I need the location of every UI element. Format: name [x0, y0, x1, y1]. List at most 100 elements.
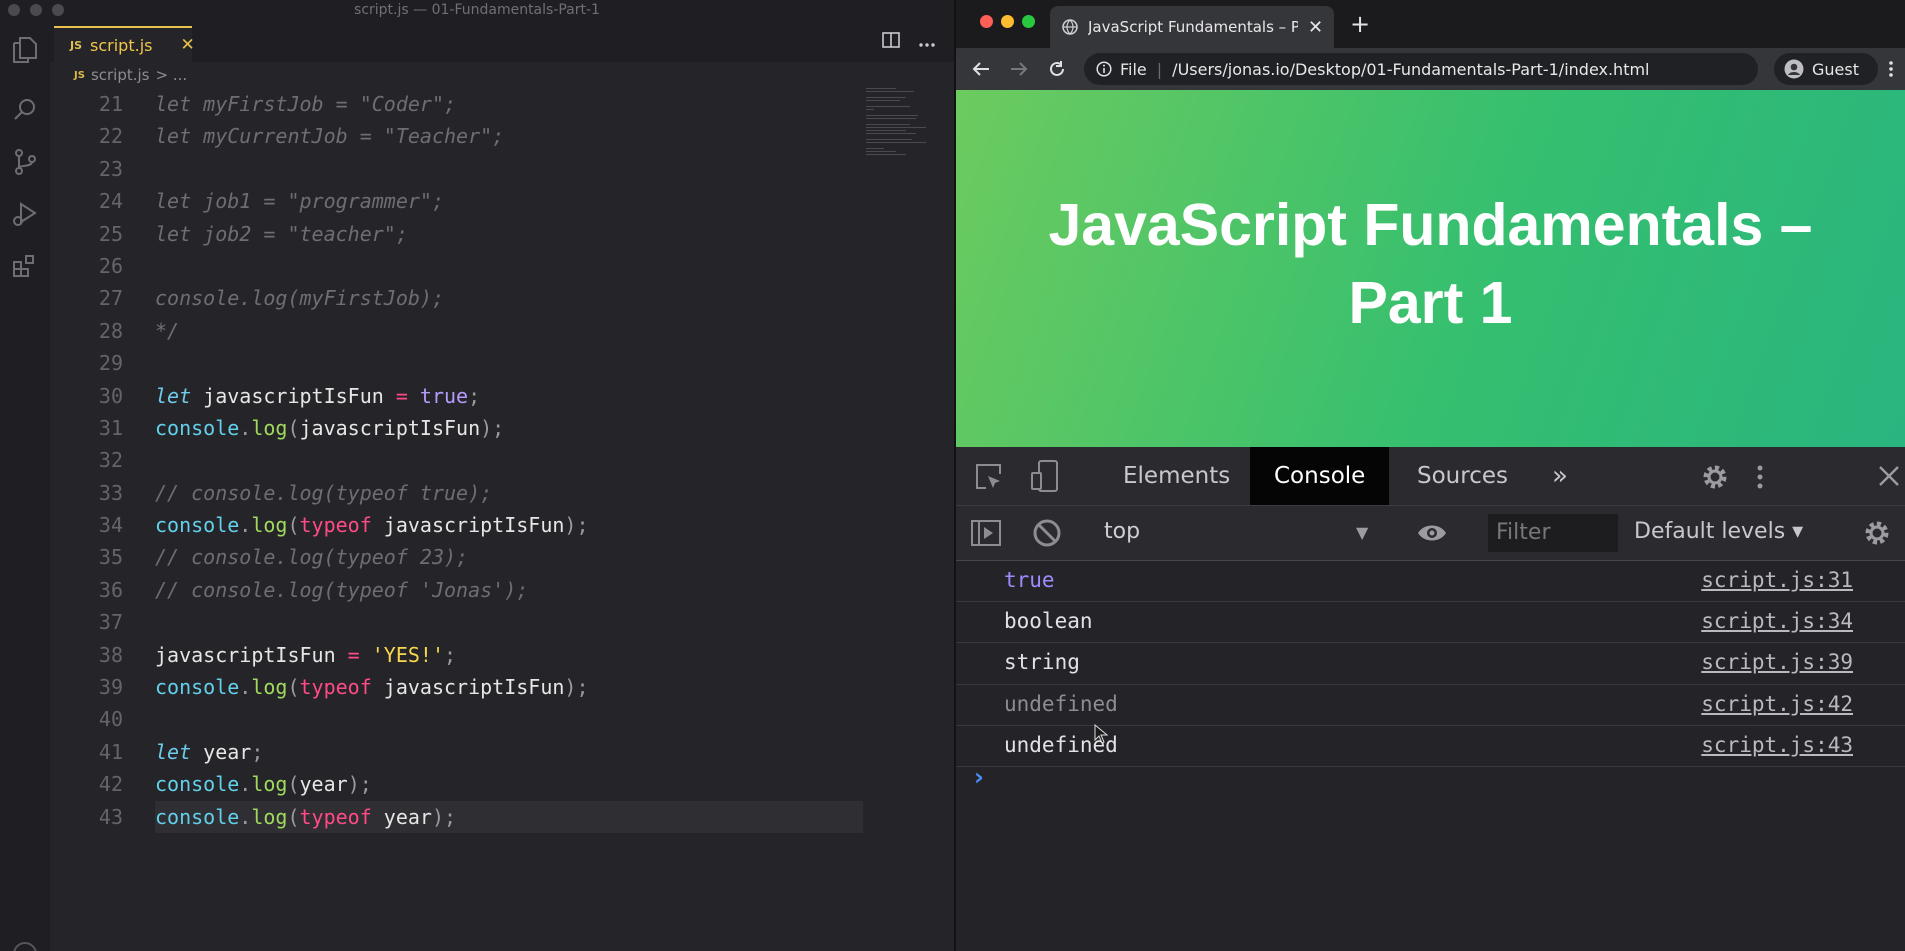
- line-number: 31: [98, 415, 123, 440]
- device-toolbar-icon[interactable]: [1030, 459, 1060, 497]
- source-link[interactable]: script.js:42: [1701, 692, 1853, 716]
- new-tab-button[interactable]: +: [1350, 10, 1370, 38]
- code-line[interactable]: 32: [50, 444, 866, 476]
- code-text[interactable]: console.log(typeof year);: [155, 801, 456, 833]
- more-tabs-icon[interactable]: »: [1552, 447, 1568, 505]
- code-line[interactable]: 25 let job2 = "teacher";: [50, 218, 866, 250]
- source-link[interactable]: script.js:43: [1701, 733, 1853, 757]
- code-line[interactable]: 38 javascriptIsFun = 'YES!';: [50, 639, 866, 671]
- code-line[interactable]: 33 // console.log(typeof true);: [50, 477, 866, 509]
- devtools-settings-icon[interactable]: [1700, 462, 1730, 496]
- close-devtools-icon[interactable]: [1878, 465, 1900, 491]
- breadcrumb: JS script.js > ...: [74, 66, 187, 84]
- profile-button[interactable]: Guest: [1774, 53, 1878, 85]
- code-text[interactable]: let job1 = "programmer";: [155, 185, 444, 217]
- code-text[interactable]: // console.log(typeof 23);: [155, 541, 468, 573]
- tab-console[interactable]: Console: [1250, 447, 1390, 505]
- code-token: true: [419, 383, 469, 408]
- code-line[interactable]: 27 console.log(myFirstJob);: [50, 282, 866, 314]
- code-line[interactable]: 24 let job1 = "programmer";: [50, 185, 866, 217]
- more-actions-icon[interactable]: [918, 33, 936, 52]
- console-prompt-icon[interactable]: ›: [974, 763, 984, 791]
- code-line[interactable]: 21 let myFirstJob = "Coder";: [50, 88, 866, 120]
- devtools-more-icon[interactable]: [1756, 464, 1764, 494]
- tab-elements[interactable]: Elements: [1123, 447, 1230, 505]
- minimap[interactable]: [866, 88, 942, 198]
- code-line[interactable]: 30 let javascriptIsFun = true;: [50, 380, 866, 412]
- close-tab-icon[interactable]: ✕: [180, 35, 194, 55]
- sidebar-toggle-icon[interactable]: [970, 519, 1002, 551]
- source-link[interactable]: script.js:39: [1701, 650, 1853, 674]
- chevron-down-icon[interactable]: ▼: [1356, 523, 1368, 542]
- console-settings-icon[interactable]: [1862, 518, 1892, 552]
- code-line[interactable]: 23: [50, 153, 866, 185]
- code-text[interactable]: let javascriptIsFun = true;: [155, 380, 480, 412]
- log-levels-dropdown[interactable]: Default levels ▾: [1634, 519, 1803, 544]
- code-line[interactable]: 35 // console.log(typeof 23);: [50, 541, 866, 573]
- code-text[interactable]: javascriptIsFun = 'YES!';: [155, 639, 456, 671]
- source-link[interactable]: script.js:34: [1701, 609, 1853, 633]
- code-token: );: [431, 804, 457, 829]
- browser-menu-icon[interactable]: [1878, 56, 1904, 82]
- tab-sources[interactable]: Sources: [1417, 447, 1508, 505]
- code-line[interactable]: 34 console.log(typeof javascriptIsFun);: [50, 509, 866, 541]
- code-line[interactable]: 39 console.log(typeof javascriptIsFun);: [50, 671, 866, 703]
- code-line[interactable]: 26: [50, 250, 866, 282]
- code-text[interactable]: console.log(typeof javascriptIsFun);: [155, 671, 589, 703]
- breadcrumb-file[interactable]: script.js: [91, 66, 150, 84]
- account-icon[interactable]: [9, 938, 41, 951]
- minimap-line: [866, 118, 916, 119]
- code-text[interactable]: let myCurrentJob = "Teacher";: [155, 120, 504, 152]
- extensions-icon[interactable]: [9, 250, 41, 282]
- url-text[interactable]: /Users/jonas.io/Desktop/01-Fundamentals-…: [1172, 60, 1649, 79]
- clear-console-icon[interactable]: [1032, 518, 1062, 552]
- address-bar[interactable]: File | /Users/jonas.io/Desktop/01-Fundam…: [1084, 53, 1758, 85]
- minimap-line: [866, 100, 900, 101]
- live-expression-eye-icon[interactable]: [1416, 522, 1448, 548]
- code-text[interactable]: console.log(myFirstJob);: [155, 282, 444, 314]
- code-line[interactable]: 43 console.log(typeof year);: [50, 800, 866, 833]
- code-text[interactable]: let year;: [155, 736, 263, 768]
- window-controls[interactable]: [980, 15, 1035, 28]
- code-text[interactable]: console.log(javascriptIsFun);: [155, 412, 504, 444]
- code-text[interactable]: let myFirstJob = "Coder";: [155, 88, 456, 120]
- source-link[interactable]: script.js:31: [1701, 568, 1853, 592]
- line-number: 23: [98, 156, 123, 181]
- reload-icon[interactable]: [1044, 56, 1070, 82]
- code-text[interactable]: */: [155, 315, 179, 347]
- info-icon[interactable]: [1096, 61, 1112, 77]
- code-line[interactable]: 28 */: [50, 315, 866, 347]
- code-text[interactable]: console.log(year);: [155, 768, 372, 800]
- code-text[interactable]: console.log(typeof javascriptIsFun);: [155, 509, 589, 541]
- source-control-icon[interactable]: [9, 146, 41, 178]
- close-window-dot[interactable]: [980, 15, 993, 28]
- tab-script-js[interactable]: JS script.js ✕: [54, 26, 195, 62]
- split-editor-icon[interactable]: [882, 32, 900, 52]
- code-text[interactable]: let job2 = "teacher";: [155, 218, 408, 250]
- back-arrow-icon[interactable]: [968, 56, 994, 82]
- search-icon[interactable]: [9, 94, 41, 126]
- code-line[interactable]: 37: [50, 606, 866, 638]
- filter-input[interactable]: Filter: [1488, 514, 1618, 552]
- minimap-line: [866, 154, 906, 155]
- forward-arrow-icon[interactable]: [1006, 56, 1032, 82]
- close-tab-icon[interactable]: ✕: [1308, 17, 1323, 38]
- browser-tab[interactable]: JavaScript Fundamentals – Part 1 ✕: [1050, 6, 1334, 48]
- code-text[interactable]: // console.log(typeof 'Jonas');: [155, 574, 528, 606]
- code-line[interactable]: 36 // console.log(typeof 'Jonas');: [50, 574, 866, 606]
- code-line[interactable]: 31 console.log(javascriptIsFun);: [50, 412, 866, 444]
- run-debug-icon[interactable]: [9, 198, 41, 230]
- code-line[interactable]: 29: [50, 347, 866, 379]
- context-selector[interactable]: top: [1104, 519, 1140, 544]
- inspect-element-icon[interactable]: [974, 462, 1004, 496]
- explorer-files-icon[interactable]: [9, 34, 41, 66]
- zoom-window-dot[interactable]: [1022, 15, 1035, 28]
- code-line[interactable]: 22 let myCurrentJob = "Teacher";: [50, 120, 866, 152]
- breadcrumb-rest[interactable]: > ...: [156, 66, 188, 84]
- code-line[interactable]: 41 let year;: [50, 736, 866, 768]
- code-line[interactable]: 40: [50, 703, 866, 735]
- code-line[interactable]: 42 console.log(year);: [50, 768, 866, 800]
- code-editor[interactable]: 21 let myFirstJob = "Coder"; 22 let myCurre…: [50, 88, 866, 833]
- minimize-window-dot[interactable]: [1001, 15, 1014, 28]
- code-text[interactable]: // console.log(typeof true);: [155, 477, 492, 509]
